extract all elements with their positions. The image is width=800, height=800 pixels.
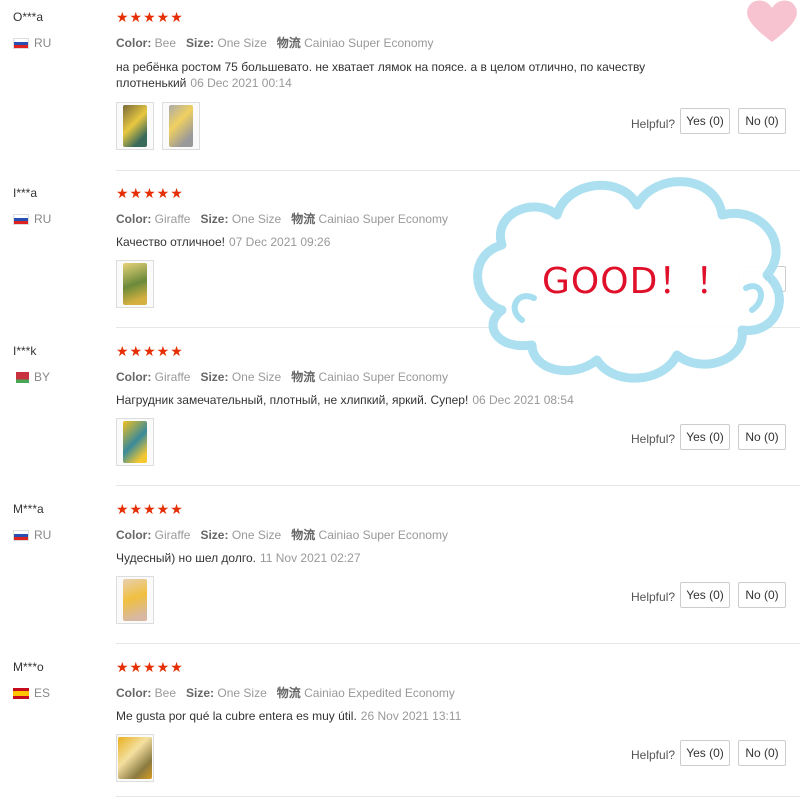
divider: [116, 643, 800, 644]
good-stamp-text: GOOD！！: [542, 261, 733, 302]
divider: [116, 796, 800, 797]
review-date: 11 Nov 2021 02:27: [259, 551, 361, 565]
shipping-value: Cainiao Super Economy: [318, 528, 448, 542]
helpful-label: Helpful?: [631, 117, 676, 131]
color-value: Giraffe: [154, 528, 191, 542]
review-date: 07 Dec 2021 09:26: [228, 235, 331, 249]
shipping-value: Cainiao Expedited Economy: [304, 686, 455, 700]
reviewer-country: ES: [13, 686, 50, 700]
star-rating: ★★★★★: [116, 659, 184, 675]
helpful-no-button[interactable]: No (0): [738, 424, 786, 450]
shipping-value: Cainiao Super Economy: [318, 370, 448, 384]
size-value: One Size: [231, 370, 282, 384]
color-value: Giraffe: [154, 212, 191, 226]
helpful-yes-button[interactable]: Yes (0): [680, 582, 730, 608]
size-value: One Size: [231, 528, 282, 542]
reviewer-name: M***a: [13, 502, 44, 516]
reviewer-country: BY: [13, 370, 50, 384]
review-photo[interactable]: [116, 734, 154, 782]
russia-flag-icon: [13, 529, 29, 541]
size-value: One Size: [217, 36, 267, 50]
review-photo[interactable]: [162, 102, 200, 150]
review-text: на ребёнка ростом 75 большевато. не хват…: [116, 60, 646, 90]
review-date: 06 Dec 2021 08:54: [472, 393, 574, 407]
shipping-value: Cainiao Super Economy: [304, 36, 434, 50]
color-value: Bee: [154, 36, 177, 50]
helpful-no-button[interactable]: No (0): [738, 108, 786, 134]
helpful-no-button[interactable]: No (0): [738, 740, 786, 766]
order-info: Color: Bee Size: One Size 物流 Cainiao Super…: [116, 36, 434, 50]
reviewer-name: M***o: [13, 660, 44, 674]
reviewer-country: RU: [13, 528, 51, 542]
review-date: 26 Nov 2021 13:11: [360, 709, 462, 723]
star-rating: ★★★★★: [116, 501, 184, 517]
divider: [116, 485, 800, 486]
order-info: Color: Giraffe Size: One Size 物流 Cainiao S…: [116, 528, 448, 542]
review-photo[interactable]: [116, 260, 154, 308]
helpful-yes-button[interactable]: Yes (0): [680, 108, 730, 134]
color-value: Bee: [154, 686, 177, 700]
size-value: One Size: [231, 212, 282, 226]
helpful-label: Helpful?: [631, 748, 676, 762]
review-photo[interactable]: [116, 576, 154, 624]
reviewer-name: I***k: [13, 344, 37, 358]
helpful-yes-button[interactable]: Yes (0): [680, 424, 730, 450]
order-info: Color: Giraffe Size: One Size 物流 Cainiao S…: [116, 212, 448, 226]
review-photo[interactable]: [116, 418, 154, 466]
helpful-label: Helpful?: [631, 590, 676, 604]
star-rating: ★★★★★: [116, 9, 184, 25]
color-value: Giraffe: [154, 370, 191, 384]
russia-flag-icon: [13, 37, 29, 49]
spain-flag-icon: [13, 687, 29, 699]
reviewer-name: I***a: [13, 186, 38, 200]
review-text: Чудесный) но шел долго. 11 Nov 2021 02:27: [116, 551, 361, 565]
shipping-value: Cainiao Super Economy: [318, 212, 448, 226]
review-text: Нагрудник замечательный, плотный, не хли…: [116, 393, 574, 407]
heart-icon: [747, 0, 797, 42]
helpful-no-button[interactable]: No (0): [738, 582, 786, 608]
helpful-yes-button[interactable]: Yes (0): [680, 740, 730, 766]
helpful-label: Helpful?: [631, 432, 676, 446]
reviewer-name: O***a: [13, 10, 44, 24]
review-text: Me gusta por qué la cubre entera es muy …: [116, 709, 462, 723]
order-info: Color: Giraffe Size: One Size 物流 Cainiao S…: [116, 370, 448, 384]
review-photo[interactable]: [116, 102, 154, 150]
belarus-flag-icon: [13, 371, 29, 383]
size-value: One Size: [217, 686, 267, 700]
reviewer-country: RU: [13, 36, 51, 50]
star-rating: ★★★★★: [116, 185, 184, 201]
review-date: 06 Dec 2021 00:14: [190, 76, 292, 90]
reviewer-country: RU: [13, 212, 51, 226]
russia-flag-icon: [13, 213, 29, 225]
order-info: Color: Bee Size: One Size 物流 Cainiao Exped…: [116, 686, 455, 700]
star-rating: ★★★★★: [116, 343, 184, 359]
